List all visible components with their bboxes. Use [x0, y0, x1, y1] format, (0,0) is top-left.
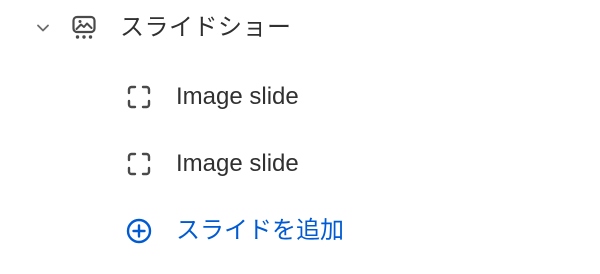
- block-image-slide[interactable]: Image slide: [0, 136, 600, 192]
- chevron-down-icon[interactable]: [33, 18, 53, 38]
- add-slide-label: スライドを追加: [176, 217, 344, 244]
- block-label: Image slide: [176, 150, 299, 177]
- plus-circle-icon: [125, 217, 153, 245]
- image-slide-icon: [125, 150, 153, 178]
- section-slideshow[interactable]: スライドショー: [0, 0, 600, 56]
- image-slide-icon: [125, 83, 153, 111]
- add-slide-button[interactable]: スライドを追加: [0, 203, 600, 259]
- block-image-slide[interactable]: Image slide: [0, 69, 600, 125]
- block-label: Image slide: [176, 83, 299, 110]
- section-title: スライドショー: [120, 14, 292, 41]
- section-tree: スライドショー Image slide Image slide スライドを追加: [0, 0, 600, 274]
- slideshow-icon: [70, 14, 98, 42]
